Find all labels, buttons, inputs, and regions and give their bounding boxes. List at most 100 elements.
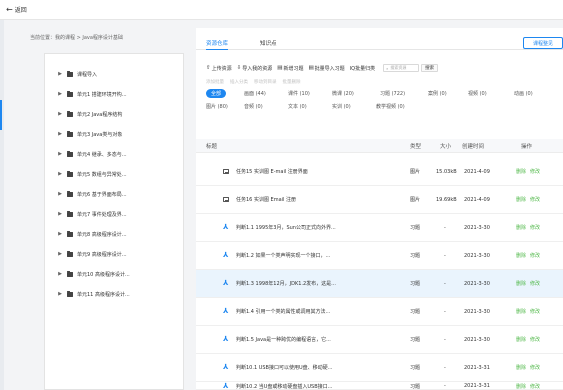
filter-chip[interactable]: 画面 (44) [244,89,266,98]
table-row[interactable]: 任务15 实训图 E-mail 注册界面 图片 15.03kB 2021-4-0… [196,158,563,186]
table-row[interactable]: ⅄ 判断1.5 Java是一种跨优的编程语言，它... 习题 - 2021-3-… [196,326,563,354]
table-row[interactable]: ⅄ 判断10.2 当U盘或移动硬盘插入USB接口... 习题 - 2021-3-… [196,382,563,390]
edit-link[interactable]: 修改 [530,252,540,259]
expand-triangle-icon[interactable]: ▶ [57,211,63,217]
folder-icon [67,230,73,237]
filter-chip[interactable]: 图片 (80) [206,102,228,111]
insert-category-button[interactable]: 插入分类 [230,79,248,85]
expand-triangle-icon[interactable]: ▶ [57,191,63,197]
folder-icon [67,90,73,97]
filter-chip[interactable]: 案例 (0) [428,89,447,98]
search-icon: ⌕ [386,65,389,71]
table-row[interactable]: ⅄ 判断1.4 引用一个类的属性或调用其方法... 习题 - 2021-3-30… [196,298,563,326]
tree-item[interactable]: ▶ 单元5 数组与异常处... [45,169,127,179]
filter-chip[interactable]: 视频 (0) [468,89,487,98]
tab-knowledge[interactable]: 知识点 [260,36,277,50]
filter-chip[interactable]: 实训 (0) [332,102,351,111]
expand-triangle-icon[interactable]: ▶ [57,151,63,157]
filter-chip[interactable]: 文本 (0) [288,102,307,111]
filter-chip[interactable]: 微课 (20) [332,89,354,98]
edit-link[interactable]: 修改 [530,364,540,371]
delete-link[interactable]: 删除 [516,196,526,203]
table-row[interactable]: ⅄ 判断1.2 如果一个类声明实现一个接口，... 习题 - 2021-3-30… [196,242,563,270]
col-size: 大小 [440,144,452,150]
batch-add-button[interactable]: 添加批量 [206,79,224,85]
tree-item[interactable]: ▶ 单元4 继承、多态与... [45,149,127,159]
upload-button[interactable]: ⇧ 上传资源 [206,65,232,72]
search-button[interactable]: 搜索 [421,64,439,72]
expand-triangle-icon[interactable]: ▶ [57,131,63,137]
expand-triangle-icon[interactable]: ▶ [57,71,63,77]
delete-link[interactable]: 删除 [516,224,526,231]
tree-item[interactable]: ▶ 单元9 高级程序设计... [45,249,127,259]
delete-link[interactable]: 删除 [516,252,526,259]
iq-batch-button[interactable]: IQ批量归类 [350,65,375,72]
expand-triangle-icon[interactable]: ▶ [57,291,63,297]
filter-chip[interactable]: 习题 (722) [380,89,405,98]
row-title[interactable]: 判断1.3 1998年12月，JDK1.2发布，这是... [236,270,336,297]
expand-triangle-icon[interactable]: ▶ [57,91,63,97]
edit-link[interactable]: 修改 [530,196,540,203]
back-button[interactable]: ← 返回 [6,5,27,14]
tree-item-label: 单元8 高级程序设计... [77,231,127,238]
table-row[interactable]: ⅄ 判断1.1 1995年3月，Sun公司正式向外界... 习题 - 2021-… [196,214,563,242]
tree-item[interactable]: ▶ 单元6 基于界面布局... [45,189,127,199]
delete-link[interactable]: 删除 [516,336,526,343]
tree-item[interactable]: ▶ 课程导入 [45,69,97,79]
tree-item[interactable]: ▶ 单元7 事件处理及界... [45,209,127,219]
tree-item[interactable]: ▶ 单元3 Java类与对象 [45,129,122,139]
tree-item-label: 单元6 基于界面布局... [77,191,127,198]
tree-item[interactable]: ▶ 单元10 高级程序设计... [45,269,130,279]
delete-link[interactable]: 删除 [516,364,526,371]
delete-link[interactable]: 删除 [516,308,526,315]
table-row[interactable]: 任务16 实训图 Email 注册 图片 19.69kB 2021-4-09 删… [196,186,563,214]
filter-chip[interactable]: 音频 (0) [244,102,263,111]
tab-resources[interactable]: 资源仓库 [206,36,229,50]
expand-triangle-icon[interactable]: ▶ [57,111,63,117]
move-to-dir-button[interactable]: 移动到目录 [254,79,277,85]
filter-chip[interactable]: 课件 (10) [288,89,310,98]
filter-all[interactable]: 全部 [206,89,227,98]
expand-triangle-icon[interactable]: ▶ [57,171,63,177]
row-type: 习题 [410,281,421,287]
row-date: 2021-3-31 [464,364,490,371]
filter-chip[interactable]: 教学视频 (0) [376,102,405,111]
expand-triangle-icon[interactable]: ▶ [57,251,63,257]
edit-link[interactable]: 修改 [530,383,540,390]
tree-item[interactable]: ▶ 单元8 高级程序设计... [45,229,127,239]
row-title[interactable]: 判断1.5 Java是一种跨优的编程语言，它... [236,326,331,353]
expand-triangle-icon[interactable]: ▶ [57,231,63,237]
edit-link[interactable]: 修改 [530,308,540,315]
table-row[interactable]: ⅄ 判断1.3 1998年12月，JDK1.2发布，这是... 习题 - 202… [196,270,563,298]
row-title[interactable]: 判断1.4 引用一个类的属性或调用其方法... [236,298,330,325]
row-title[interactable]: 判断10.1 USB接口可以使用U盘、移动硬... [236,354,332,381]
search-input[interactable]: ⌕ 搜索资源 [383,64,420,72]
delete-link[interactable]: 删除 [516,280,526,287]
edit-link[interactable]: 修改 [530,280,540,287]
edit-link[interactable]: 修改 [530,224,540,231]
edit-link[interactable]: 修改 [530,336,540,343]
row-type: 图片 [410,197,421,203]
new-question-button[interactable]: ▤ 新增习题 [277,65,303,72]
tree-item[interactable]: ▶ 单元11 高级程序设计... [45,289,130,299]
row-title[interactable]: 判断1.1 1995年3月，Sun公司正式向外界... [236,214,336,241]
batch-delete-button[interactable]: 批量删除 [283,79,301,85]
delete-link[interactable]: 删除 [516,383,526,390]
filter-chip[interactable]: 动画 (0) [514,89,533,98]
row-title[interactable]: 任务15 实训图 E-mail 注册界面 [236,158,308,185]
folder-icon [67,150,73,157]
row-type: 习题 [410,383,421,390]
row-title[interactable]: 判断1.2 如果一个类声明实现一个接口，... [236,242,330,269]
edit-link[interactable]: 修改 [530,168,540,175]
delete-link[interactable]: 删除 [516,168,526,175]
course-manage-button[interactable]: 课程整见 [523,37,563,49]
expand-triangle-icon[interactable]: ▶ [57,271,63,277]
row-title[interactable]: 判断10.2 当U盘或移动硬盘插入USB接口... [236,382,332,390]
import-mine-button[interactable]: ⇩ 导入我的资源 [237,65,273,72]
row-date: 2021-3-30 [464,252,490,259]
table-row[interactable]: ⅄ 判断10.1 USB接口可以使用U盘、移动硬... 习题 - 2021-3-… [196,354,563,382]
tree-item[interactable]: ▶ 单元2 Java程序结构 [45,109,122,119]
tree-item[interactable]: ▶ 单元1 搭建环境开构... [45,89,127,99]
batch-import-button[interactable]: ▤ 批量导入习题 [308,65,344,72]
row-title[interactable]: 任务16 实训图 Email 注册 [236,186,296,213]
